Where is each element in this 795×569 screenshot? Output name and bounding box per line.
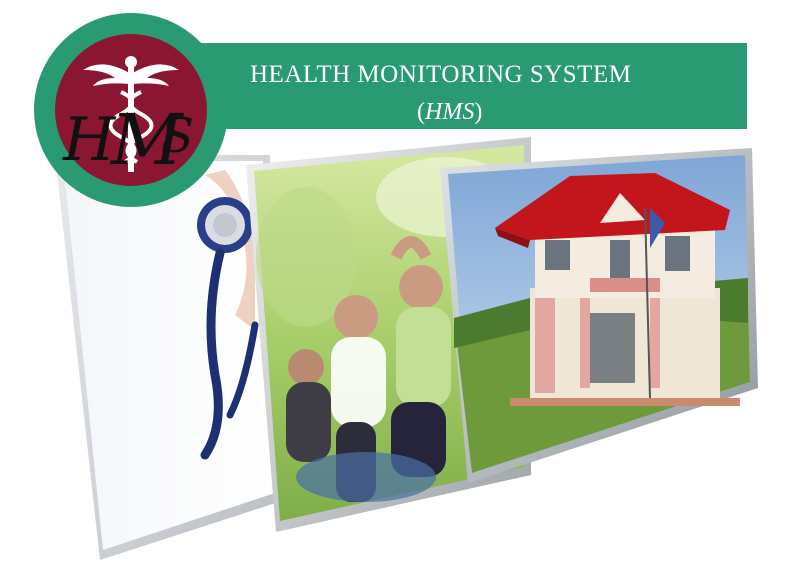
title-banner: HEALTH MONITORING SYSTEM (HMS) [140,43,747,129]
paren-open: ( [417,99,425,125]
abbreviation-text: HMS [425,99,475,125]
hms-logo: H M S [33,12,229,208]
logo-letter-s: S [161,108,194,164]
app-title: HEALTH MONITORING SYSTEM [250,61,632,88]
app-abbreviation: (HMS) [417,99,482,126]
paren-close: ) [474,99,483,125]
health-center-photo-panel [440,148,758,492]
logo-letter-h: H [62,105,117,175]
